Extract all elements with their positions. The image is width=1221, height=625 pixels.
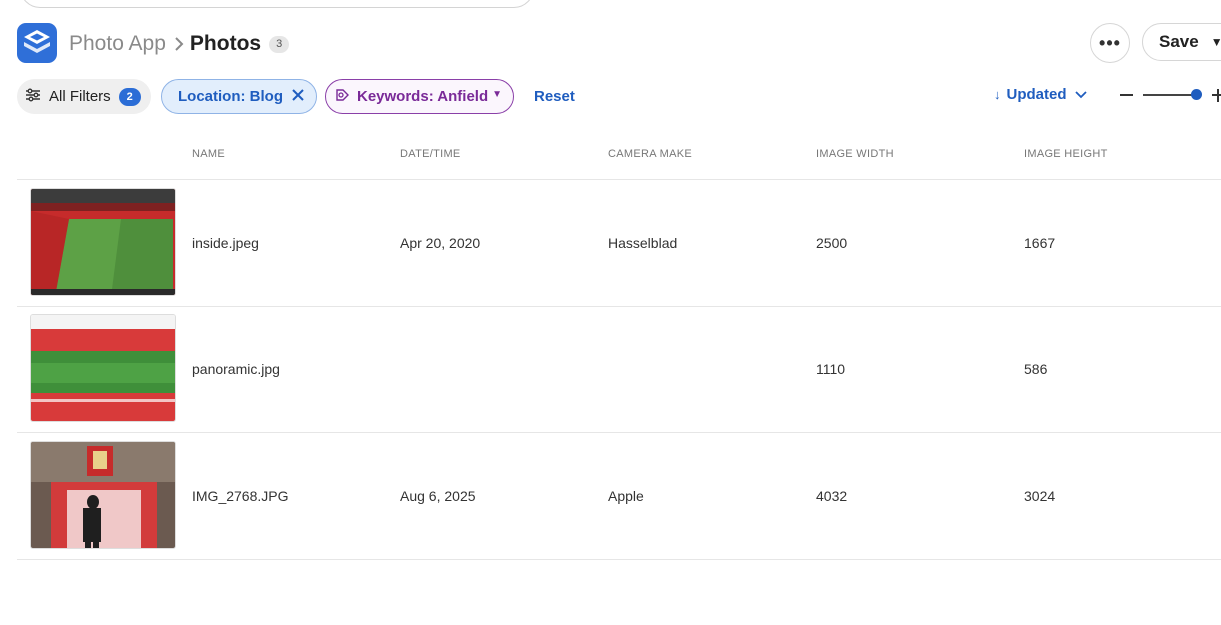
column-header-image-height[interactable]: IMAGE HEIGHT: [1024, 148, 1108, 160]
cell-name: panoramic.jpg: [192, 361, 280, 377]
cell-camera-make: Hasselblad: [608, 235, 678, 251]
save-button-label: Save: [1159, 32, 1199, 51]
cell-image-width: 1110: [816, 361, 846, 377]
table-row[interactable]: inside.jpeg Apr 20, 2020 Hasselblad 2500…: [17, 180, 1221, 307]
column-header-camera-make[interactable]: CAMERA MAKE: [608, 148, 692, 160]
caret-down-icon: ▼: [1210, 35, 1221, 49]
tag-search-icon: [334, 87, 350, 107]
arrow-down-icon: ↓: [994, 87, 1001, 102]
zoom-slider-handle[interactable]: [1191, 89, 1202, 100]
cell-image-width: 2500: [816, 235, 848, 251]
cell-datetime: Apr 20, 2020: [400, 235, 481, 251]
breadcrumb-app-link[interactable]: Photo App: [69, 32, 166, 56]
keywords-filter-chip[interactable]: Keywords: Anfield ▼: [325, 79, 514, 114]
zoom-slider[interactable]: [1143, 94, 1195, 96]
photo-thumbnail[interactable]: [30, 188, 176, 296]
cell-datetime: Aug 6, 2025: [400, 488, 476, 504]
app-logo-icon: [17, 23, 57, 63]
table-row[interactable]: IMG_2768.JPG Aug 6, 2025 Apple 4032 3024: [17, 433, 1221, 560]
cell-image-width: 4032: [816, 488, 848, 504]
close-icon[interactable]: [290, 87, 306, 103]
all-filters-label: All Filters: [49, 88, 111, 105]
page-title: Photos: [189, 32, 262, 55]
cell-image-height: 3024: [1024, 488, 1056, 504]
cell-image-height: 586: [1024, 361, 1048, 377]
column-header-name[interactable]: NAME: [192, 148, 225, 160]
more-dots-icon: •••: [1099, 32, 1121, 53]
sort-label: Updated: [1006, 86, 1067, 103]
photo-thumbnail[interactable]: [30, 314, 176, 422]
save-button[interactable]: Save ▼: [1142, 23, 1221, 61]
table-row[interactable]: panoramic.jpg 1110 586: [17, 306, 1221, 433]
reset-filters-link[interactable]: Reset: [534, 88, 575, 105]
keywords-filter-label: Keywords: Anfield: [357, 88, 489, 105]
column-header-image-width[interactable]: IMAGE WIDTH: [816, 148, 894, 160]
photo-thumbnail[interactable]: [30, 441, 176, 549]
breadcrumb: Photo App Photos 3: [69, 30, 290, 58]
column-header-datetime[interactable]: DATE/TIME: [400, 148, 461, 160]
cell-image-height: 1667: [1024, 235, 1056, 251]
zoom-in-button[interactable]: [1212, 89, 1221, 102]
all-filters-button[interactable]: All Filters 2: [17, 79, 151, 114]
cell-name: IMG_2768.JPG: [192, 488, 289, 504]
cell-camera-make: Apple: [608, 488, 644, 504]
location-filter-chip[interactable]: Location: Blog: [161, 79, 317, 114]
filter-count-badge: 2: [118, 87, 141, 106]
more-options-button[interactable]: •••: [1090, 23, 1130, 63]
item-count-badge: 3: [269, 35, 290, 53]
chevron-down-icon: [1074, 90, 1087, 99]
chevron-right-icon: [174, 36, 184, 52]
zoom-out-button[interactable]: [1120, 94, 1133, 96]
caret-down-icon: ▼: [492, 89, 502, 100]
sliders-icon: [25, 88, 41, 106]
cell-name: inside.jpeg: [192, 235, 259, 251]
search-bar[interactable]: [20, 0, 534, 8]
sort-dropdown[interactable]: ↓ Updated: [994, 86, 1087, 103]
location-filter-label: Location: Blog: [178, 88, 283, 105]
